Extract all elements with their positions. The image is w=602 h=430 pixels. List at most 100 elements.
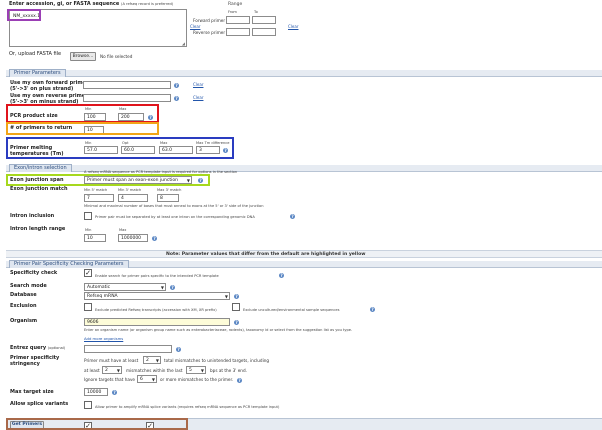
tab-primer-parameters[interactable]: Primer Parameters <box>9 69 66 77</box>
junction-match-label: Exon junction match <box>10 186 68 192</box>
upload-label: Or, upload FASTA file <box>9 51 62 57</box>
stringency-line3-b: or more mismatches to the primer. <box>160 377 234 382</box>
max-target-input[interactable]: 10000 <box>84 388 108 396</box>
textarea-resize-grip[interactable]: ◢ <box>182 41 185 46</box>
range-label: Range <box>228 2 243 7</box>
stringency-label: Primer specificity stringency <box>10 355 60 367</box>
intron-min-label: Min <box>85 228 92 232</box>
chevron-down-icon: ▼ <box>116 368 120 373</box>
database-label: Database <box>10 292 37 298</box>
match-5-input[interactable]: 7 <box>84 194 114 202</box>
reverse-primer-input[interactable] <box>83 94 171 102</box>
forward-primer-range-label: Forward primer <box>193 18 226 23</box>
forward-primer-clear-link[interactable]: Clear <box>193 82 203 87</box>
exclude-predicted-checkbox[interactable] <box>84 303 92 311</box>
highlight-box-tm <box>6 137 234 159</box>
intron-range-help-icon[interactable]: ? <box>152 236 157 241</box>
stringency-line2-c: bps at the 3' end. <box>210 368 247 373</box>
stringency-line1-b: total mismatches to unintended targets, … <box>164 358 270 363</box>
reverse-range-to-input[interactable] <box>252 28 276 36</box>
splice-checkbox[interactable] <box>84 401 92 409</box>
entrez-label: Entrez query (optional) <box>10 345 66 351</box>
highlight-box-num-primers <box>6 122 159 135</box>
specificity-check-note: Enable search for primer pairs specific … <box>95 274 219 278</box>
database-help-icon[interactable]: ? <box>234 294 239 299</box>
stringency-total-select[interactable]: 2 ▼ <box>143 356 161 364</box>
database-select[interactable]: Refseq mRNA ▼ <box>84 292 230 300</box>
highlight-box-junction <box>6 174 210 186</box>
match-3max-label: Max 3' match <box>157 188 182 192</box>
match-3-input[interactable]: 4 <box>118 194 148 202</box>
note-bar: Note: Parameter values that differ from … <box>6 250 602 258</box>
specificity-checkbox[interactable]: ✓ <box>84 269 92 277</box>
forward-primer-input[interactable] <box>83 81 171 89</box>
file-status-text: No file selected <box>100 54 133 59</box>
search-mode-select[interactable]: Automatic ▼ <box>84 283 166 291</box>
forward-range-from-input[interactable] <box>226 16 250 24</box>
splice-label: Allow splice variants <box>10 401 69 407</box>
forward-range-to-input[interactable] <box>252 16 276 24</box>
stringency-help-icon[interactable]: ? <box>237 378 242 383</box>
reverse-primer-range-label: Reverse primer <box>193 30 226 35</box>
entrez-input[interactable] <box>84 345 172 353</box>
chevron-down-icon: ▼ <box>224 294 228 299</box>
range-clear-link[interactable]: Clear <box>288 24 298 29</box>
search-mode-label: Search mode <box>10 283 47 289</box>
splice-note: Allow primer to amplify mRNA splice vari… <box>95 405 280 409</box>
reverse-primer-clear-link[interactable]: Clear <box>193 95 203 100</box>
highlight-box-get-primers <box>6 418 188 430</box>
database-value: Refseq mRNA <box>87 294 118 299</box>
reverse-range-from-input[interactable] <box>226 28 250 36</box>
primer-params-header <box>6 70 602 77</box>
stringency-line3-a: Ignore targets that have <box>84 377 136 382</box>
chevron-down-icon: ▼ <box>200 368 204 373</box>
query-title: Enter accession, gi, or FASTA sequence (… <box>9 1 174 7</box>
range-from-label: From <box>228 10 237 14</box>
intron-inclusion-note: Primer pair must be separated by at leas… <box>95 215 255 219</box>
exclude-uncultured-checkbox[interactable] <box>232 303 240 311</box>
search-mode-value: Automatic <box>87 285 111 290</box>
stringency-line1-a: Primer must have at least <box>84 358 139 363</box>
stringency-last-bps-select[interactable]: 5 ▼ <box>186 366 206 374</box>
add-more-organisms-link[interactable]: Add more organisms <box>84 336 123 341</box>
match-3-label: Min 3' match <box>118 188 142 192</box>
chevron-down-icon: ▼ <box>151 377 155 382</box>
exclusion-label: Exclusion <box>10 303 37 309</box>
intron-inclusion-checkbox[interactable] <box>84 212 92 220</box>
intron-range-label: Intron length range <box>10 226 66 232</box>
match-3max-input[interactable]: 8 <box>157 194 179 202</box>
organism-input[interactable]: 9606 <box>84 318 230 326</box>
intron-max-label: Max <box>119 228 127 232</box>
organism-help-icon[interactable]: ? <box>234 320 239 325</box>
intron-min-input[interactable]: 10 <box>84 234 106 242</box>
specificity-check-label: Specificity check <box>10 270 58 276</box>
match-note: Minimal and maximal number of bases that… <box>84 204 264 208</box>
match-5-label: Min 5' match <box>84 188 108 192</box>
forward-primer-help-icon[interactable]: ? <box>174 83 179 88</box>
entrez-help-icon[interactable]: ? <box>176 347 181 352</box>
exclusion-note-1: Exclude predicted Refseq transcripts (ac… <box>95 308 217 312</box>
reverse-primer-help-icon[interactable]: ? <box>174 96 179 101</box>
organism-label: Organism <box>10 318 38 324</box>
intron-inclusion-help-icon[interactable]: ? <box>290 214 295 219</box>
stringency-ignore-select[interactable]: 6 ▼ <box>137 375 157 383</box>
note-text: Note: Parameter values that differ from … <box>166 252 366 257</box>
tab-exon-intron[interactable]: Exon/intron selection <box>9 164 72 172</box>
query-clear-link[interactable]: Clear <box>190 24 200 29</box>
max-target-label: Max target size <box>10 389 54 395</box>
chevron-down-icon: ▼ <box>160 285 164 290</box>
organism-note: Enter an organism name (or organism grou… <box>84 328 353 332</box>
search-mode-help-icon[interactable]: ? <box>170 285 175 290</box>
specificity-help-icon[interactable]: ? <box>279 273 284 278</box>
stringency-3end-select[interactable]: 2 ▼ <box>102 366 122 374</box>
intron-max-input[interactable]: 1000000 <box>118 234 148 242</box>
browse-button[interactable]: Browse... <box>70 52 96 61</box>
tab-specificity[interactable]: Primer Pair Specificity Checking Paramet… <box>9 260 129 268</box>
highlight-box-query <box>7 9 41 21</box>
stringency-line2-a: at least <box>84 368 100 373</box>
max-target-help-icon[interactable]: ? <box>112 390 117 395</box>
use-forward-sub: (5'->3' on plus strand) <box>10 86 74 92</box>
exclusion-help-icon[interactable]: ? <box>370 307 375 312</box>
stringency-line2-b: mismatches within the last <box>126 368 183 373</box>
range-to-label: To <box>254 10 258 14</box>
